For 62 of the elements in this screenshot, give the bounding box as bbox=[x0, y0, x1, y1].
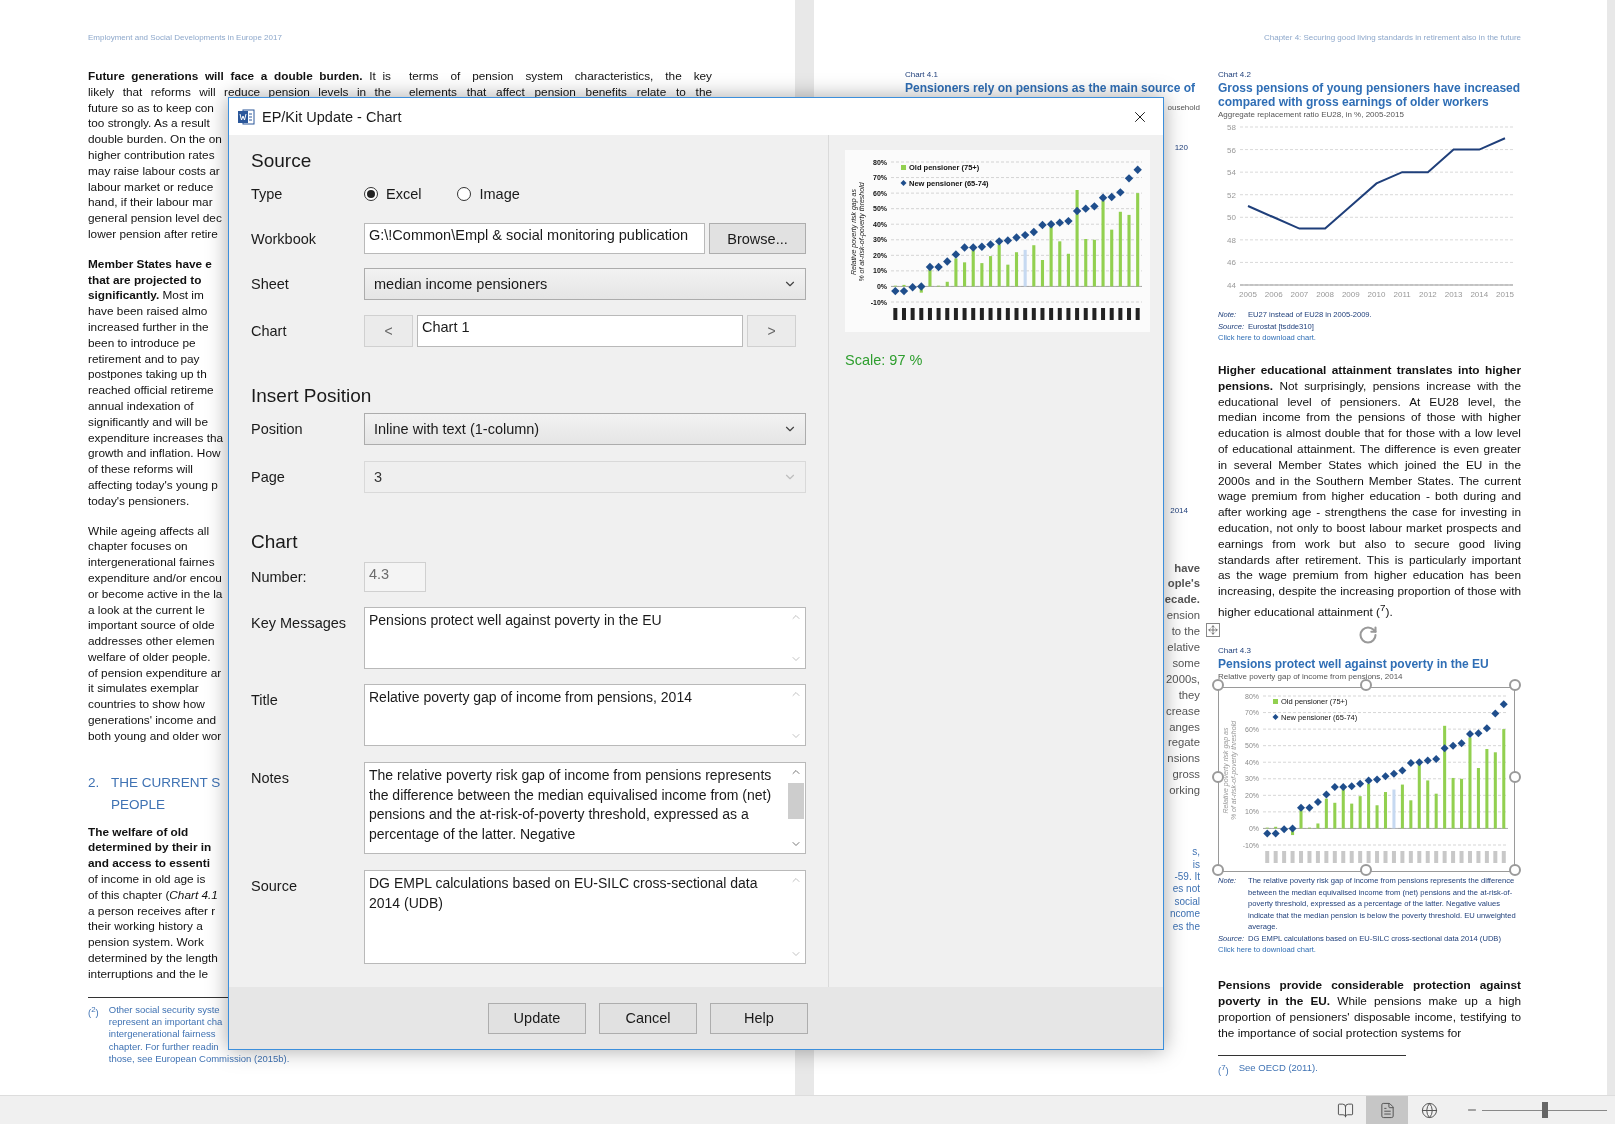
axis-tick-label: 54 bbox=[1227, 168, 1236, 178]
chart-number: Chart 4.2 bbox=[1218, 69, 1252, 80]
field-label: Workbook bbox=[251, 230, 317, 247]
field-label: Position bbox=[251, 421, 304, 437]
footnote-text: s, is -59. It es not social ncome es the bbox=[1170, 846, 1200, 933]
paragraph-text: The welfare of old determined by their in and access to essenti of income in old age is of this chapter (Chart 4.1 a person receives after r their working history a pension system. Work determined by the length interruptions and the le bbox=[88, 824, 218, 983]
paragraph-text: future so as to keep con too strongly. As a result double burden. On the on higher contribution rates may raise labour costs ar labour market or reduce hand, if their labour mar general pension level dec lower pension after retire bbox=[88, 100, 222, 243]
axis-tick-label: 44 bbox=[1227, 281, 1236, 290]
field-label: Sheet bbox=[251, 276, 290, 292]
scale-text: Scale: 97 % bbox=[845, 352, 924, 368]
window-title: EP/Kit Update - Chart bbox=[262, 108, 403, 125]
chart-title: Gross pensions of young pensioners have increased compared with gross earnings of older workers bbox=[1218, 82, 1521, 109]
axis-tick-label: 2014 bbox=[1470, 290, 1489, 299]
footnote-mark: ($^{7}$) bbox=[1218, 1062, 1229, 1078]
axis-tick-label: 2007 bbox=[1290, 290, 1309, 299]
axis-tick-label: 2014 bbox=[1170, 504, 1188, 516]
axis-tick-label: 56 bbox=[1227, 145, 1236, 155]
section-heading: Chart bbox=[251, 530, 299, 554]
section-heading: Insert Position bbox=[251, 384, 373, 408]
footnote-text: Other social security syste represent an important cha intergenerational fairness chapter. For further readin those, see European Commission (2015b). bbox=[108, 1003, 290, 1066]
axis-tick-label: 2008 bbox=[1316, 290, 1334, 299]
axis-tick-label: 2005 bbox=[1239, 290, 1257, 299]
axis-tick-label: 2015 bbox=[1496, 290, 1514, 299]
axis-tick-label: 2013 bbox=[1444, 290, 1463, 299]
axis-tick-label: 52 bbox=[1227, 190, 1236, 200]
footnote-text: See OECD (2011). bbox=[1238, 1062, 1318, 1076]
chart-label: ousehold bbox=[1167, 101, 1200, 113]
chart-title: Pensions protect well against poverty in the EU bbox=[1218, 657, 1490, 672]
axis-tick-label: 2010 bbox=[1367, 290, 1386, 299]
section-heading: Source bbox=[251, 149, 313, 173]
running-header: Employment and Social Developments in Europe 2017 bbox=[88, 33, 282, 42]
paragraph-text: Member States have e that are projected to significantly. Most im have been raised almo increased further in the been to introduce pe retirement and to pay postpones taking up th reached official retireme annual indexation of significantly and will be expenditure increases tha growth and inflation. How of these reforms will affecting today's young p today's pensioners. bbox=[88, 256, 224, 510]
chart-number: Chart 4.3 bbox=[1218, 644, 1252, 656]
field-label: Type bbox=[251, 186, 284, 202]
field-label: Source bbox=[251, 877, 298, 894]
paragraph-text: Higher educational attainment translates into higher pensions. Not surprisingly, pensions increase with the educational level of pensioners. At EU28 level, the median income from the pensions of those with higher education is almost double that for those with a low level of educational attainment. The difference is even greater in several Member States which joined the EU in the 2000s and in the Southern Member States. The current wage premium from higher education - both during and after working age - strengthens the case for investing in education, not only to boost labour market prospects and earnings from work but also to secure good living standards after retirement. This is particularly important as the wage premium from higher education has been increasing, despite the increasing proportion of those with higher educational attainment ($^{7}$). bbox=[1218, 363, 1521, 621]
field-label: Page bbox=[251, 469, 286, 485]
running-header: Chapter 4: Securing good living standards in retirement also in the future bbox=[1263, 33, 1521, 42]
axis-tick-label: 58 bbox=[1227, 123, 1236, 132]
chart-subtitle: Relative poverty gap of income from pensions, 2014 bbox=[1218, 671, 1404, 684]
field-label: Key Messages bbox=[251, 614, 348, 631]
chart-subtitle: Aggregate replacement ratio EU28, in %, 2005-2015 bbox=[1218, 109, 1405, 121]
axis-tick-label: 120 bbox=[1174, 141, 1188, 153]
axis-tick-label: 50 bbox=[1227, 213, 1236, 223]
section-heading: 2. THE CURRENT S PEOPLE bbox=[88, 773, 221, 814]
paragraph-text: While ageing affects all chapter focuses on intergenerational fairnes expenditure and/or encou or become active in the la a look at the current le important source of olde addresses other elemen welfare of older people. of pension expenditure ar it simulates exemplar countries to show how generations' income and both young and older wor bbox=[88, 523, 223, 745]
footnote-mark: ($^{2}$) bbox=[88, 1003, 99, 1020]
chart-title: Pensioners rely on pensions as the main source of bbox=[905, 82, 1197, 96]
chart-number: Chart 4.1 bbox=[905, 69, 939, 80]
axis-tick-label: 46 bbox=[1227, 258, 1236, 268]
paragraph-text: Pensions provide considerable protection against poverty in the EU. While pensions make up a high proportion of pensioners' disposable income, testifying to the importance of social protection systems for bbox=[1218, 978, 1521, 1042]
paragraph-text: have ople's ecade. ension to the elative some 2000s, they crease anges regate nsions gross orking bbox=[1164, 560, 1200, 799]
axis-tick-label: 2012 bbox=[1419, 290, 1437, 299]
axis-tick-label: 2009 bbox=[1341, 290, 1360, 299]
axis-tick-label: 48 bbox=[1227, 235, 1236, 245]
field-label: Notes bbox=[251, 769, 289, 786]
axis-tick-label: 2011 bbox=[1393, 290, 1411, 299]
field-label: Title bbox=[251, 691, 279, 708]
field-label: Number: bbox=[251, 569, 308, 585]
axis-tick-label: 2006 bbox=[1264, 290, 1283, 299]
paragraph-text: terms of pension system characteristics, the key elements that affect pension benefits relate to the bbox=[409, 69, 712, 101]
field-label: Chart bbox=[251, 323, 288, 339]
